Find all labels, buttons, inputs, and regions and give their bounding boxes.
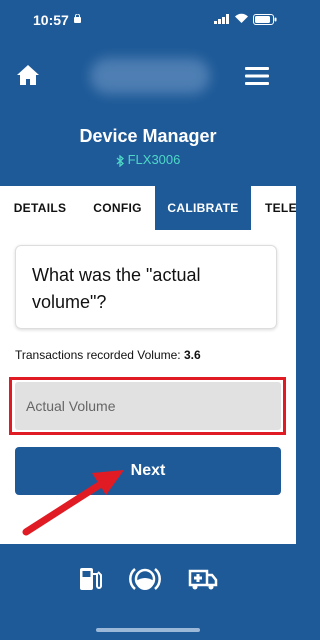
device-id: FLX3006 bbox=[0, 152, 296, 167]
recorded-volume-label: Transactions recorded Volume: bbox=[15, 348, 181, 362]
tank-gauge-icon[interactable] bbox=[129, 566, 161, 592]
home-indicator bbox=[96, 628, 200, 632]
actual-volume-input[interactable] bbox=[15, 382, 281, 430]
next-button[interactable]: Next bbox=[15, 447, 281, 495]
tab-tele[interactable]: TELE bbox=[251, 186, 296, 230]
calibrate-panel: What was the "actual volume"? Transactio… bbox=[0, 230, 296, 544]
battery-icon bbox=[253, 14, 277, 25]
bottom-nav bbox=[0, 544, 296, 640]
app-header: Device Manager FLX3006 bbox=[0, 40, 296, 186]
wifi-icon bbox=[235, 13, 248, 23]
hamburger-menu-icon[interactable] bbox=[245, 67, 269, 85]
tab-details[interactable]: DETAILS bbox=[0, 186, 80, 230]
question-card: What was the "actual volume"? bbox=[15, 245, 277, 329]
tab-calibrate[interactable]: CALIBRATE bbox=[155, 186, 251, 230]
ambulance-icon[interactable] bbox=[188, 566, 218, 592]
tab-bar: DETAILS CONFIG CALIBRATE TELE bbox=[0, 186, 296, 230]
recorded-volume-value: 3.6 bbox=[183, 348, 201, 362]
signal-icon bbox=[214, 14, 229, 24]
status-time: 10:57 bbox=[33, 12, 69, 28]
device-id-label: FLX3006 bbox=[127, 152, 181, 167]
bluetooth-icon bbox=[116, 154, 124, 167]
recorded-volume: Transactions recorded Volume: 3.6 bbox=[15, 348, 201, 362]
question-text: What was the "actual volume"? bbox=[32, 265, 201, 312]
tab-config[interactable]: CONFIG bbox=[80, 186, 155, 230]
lock-icon bbox=[74, 14, 81, 23]
blurred-logo bbox=[90, 58, 210, 94]
home-icon[interactable] bbox=[16, 64, 40, 86]
fuel-pump-icon[interactable] bbox=[78, 566, 104, 592]
page-title: Device Manager bbox=[79, 126, 217, 146]
status-bar: 10:57 bbox=[0, 0, 296, 40]
